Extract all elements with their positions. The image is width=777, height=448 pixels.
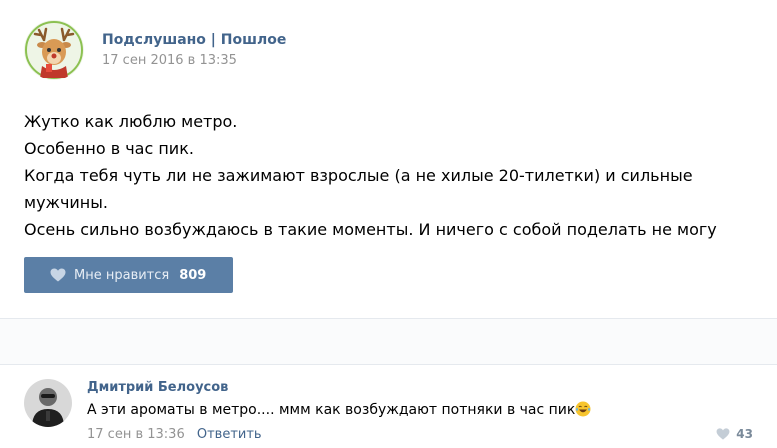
wall-post: Подслушано | Пошлое 17 сен 2016 в 13:35 …: [0, 0, 777, 320]
group-avatar[interactable]: [24, 20, 84, 80]
like-count: 809: [179, 267, 207, 283]
comment-date[interactable]: 17 сен в 13:36: [87, 427, 185, 442]
reply-link[interactable]: Ответить: [197, 427, 262, 442]
comment: Дмитрий Белоусов А эти ароматы в метро..…: [0, 365, 777, 448]
group-name-link[interactable]: Подслушано | Пошлое: [102, 32, 286, 48]
comment-meta: 17 сен в 13:36 Ответить: [87, 427, 262, 442]
comment-like-count: 43: [736, 427, 753, 441]
heart-icon: [716, 428, 730, 440]
post-text-line: Когда тебя чуть ли не зажимают взрослые …: [24, 166, 693, 185]
heart-icon: [50, 268, 66, 282]
user-avatar-icon: [24, 379, 72, 427]
post-text-line: Осень сильно возбуждаюсь в такие моменты…: [24, 220, 717, 239]
post-date[interactable]: 17 сен 2016 в 13:35: [102, 53, 237, 68]
like-button[interactable]: Мне нравится 809: [24, 257, 233, 293]
deer-avatar-icon: [24, 20, 84, 80]
comment-like-button[interactable]: 43: [716, 427, 753, 441]
like-label: Мне нравится: [74, 267, 170, 283]
post-text-line: мужчины.: [24, 193, 108, 212]
post-text-line: Особенно в час пик.: [24, 139, 194, 158]
post-text: Жутко как люблю метро. Особенно в час пи…: [24, 108, 754, 243]
laughing-tears-emoji-icon: [575, 401, 591, 417]
avatar[interactable]: [24, 379, 72, 427]
comment-text: А эти ароматы в метро.... ммм как возбуж…: [87, 401, 591, 418]
comment-text-body: А эти ароматы в метро.... ммм как возбуж…: [87, 402, 576, 418]
post-text-line: Жутко как люблю метро.: [24, 112, 238, 131]
comments-spacer: [0, 319, 777, 364]
comment-author-link[interactable]: Дмитрий Белоусов: [87, 380, 228, 395]
